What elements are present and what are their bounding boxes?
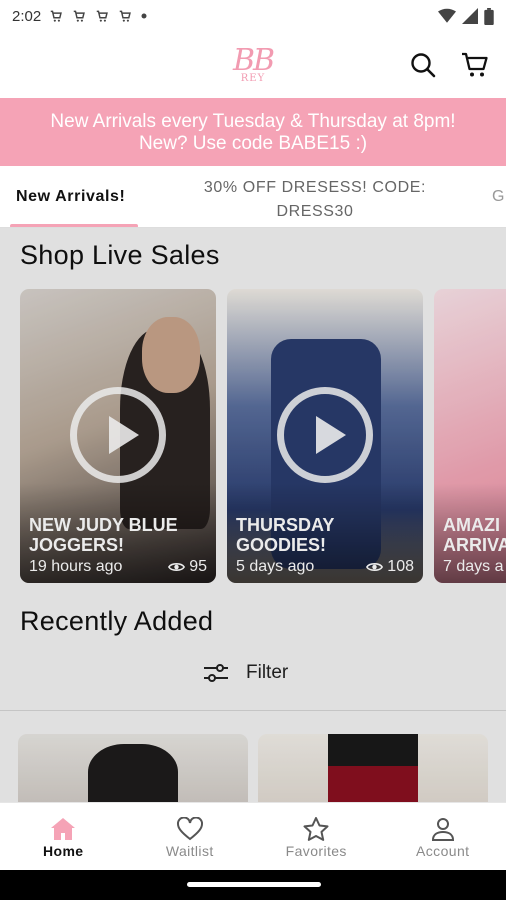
video-thumbnail-face: [142, 317, 200, 393]
product-card[interactable]: [18, 734, 248, 802]
wifi-icon: [438, 8, 456, 23]
bottom-navigation: Home Waitlist Favorites Account: [0, 802, 506, 870]
account-icon: [431, 818, 454, 841]
cart-icon: [119, 10, 132, 22]
eye-icon: [168, 563, 186, 571]
nav-account[interactable]: Account: [380, 803, 506, 870]
nav-home[interactable]: Home: [0, 803, 127, 870]
dot-icon: [141, 13, 147, 19]
nav-account-label: Account: [416, 843, 470, 859]
search-button[interactable]: [408, 50, 438, 80]
app-header: BB REY: [0, 32, 506, 98]
main-content: Shop Live Sales NEW JUDY BLUE JOGGERS! 1…: [0, 228, 506, 802]
live-sale-title: AMAZI ARRIVA: [443, 515, 506, 555]
heart-icon: [176, 817, 203, 841]
product-image: [328, 764, 418, 802]
live-sale-views: 108: [366, 558, 414, 576]
cart-icon: [50, 10, 63, 22]
tab-dresses-sale[interactable]: 30% OFF DRESESS! CODE: DRESS30: [186, 176, 444, 224]
home-icon: [51, 818, 76, 840]
live-sales-carousel[interactable]: NEW JUDY BLUE JOGGERS! 19 hours ago 95 T…: [20, 289, 506, 583]
nav-favorites[interactable]: Favorites: [253, 803, 380, 870]
live-sale-time: 7 days a: [443, 558, 504, 575]
promo-banner: New Arrivals every Tuesday & Thursday at…: [0, 98, 506, 166]
sliders-icon: [204, 664, 228, 682]
live-sale-time: 5 days ago: [236, 558, 315, 575]
live-sale-views: 95: [168, 558, 207, 576]
nav-waitlist-label: Waitlist: [165, 843, 214, 859]
search-icon: [411, 53, 436, 78]
brand-logo[interactable]: BB REY: [232, 43, 275, 84]
live-sale-title: NEW JUDY BLUE JOGGERS!: [29, 515, 178, 555]
system-navigation-bar: [0, 870, 506, 900]
product-image: [88, 744, 178, 802]
live-sale-card[interactable]: AMAZI ARRIVA 7 days a: [434, 289, 506, 583]
cart-icon: [462, 52, 488, 77]
divider: [0, 710, 506, 711]
live-sales-title: Shop Live Sales: [20, 240, 220, 270]
live-sale-card[interactable]: NEW JUDY BLUE JOGGERS! 19 hours ago 95: [20, 289, 216, 583]
tab-new-arrivals[interactable]: New Arrivals!: [16, 188, 125, 206]
play-icon[interactable]: [70, 387, 166, 483]
logo-main: BB: [232, 43, 275, 78]
filter-button[interactable]: Filter: [204, 662, 288, 684]
promo-line-1: New Arrivals every Tuesday & Thursday at…: [50, 111, 456, 132]
live-sale-time: 19 hours ago: [29, 558, 123, 575]
filter-label: Filter: [246, 662, 289, 683]
notification-icons: [49, 9, 147, 23]
product-card[interactable]: [258, 734, 488, 802]
nav-favorites-label: Favorites: [285, 843, 347, 859]
signal-icon: [462, 8, 478, 24]
live-sale-title: THURSDAY GOODIES!: [236, 515, 335, 555]
play-icon[interactable]: [277, 387, 373, 483]
tab-next[interactable]: G: [492, 188, 505, 206]
promo-line-2: New? Use code BABE15 :): [138, 133, 368, 154]
live-sale-card[interactable]: THURSDAY GOODIES! 5 days ago 108: [227, 289, 423, 583]
view-count: 95: [189, 558, 207, 575]
nav-waitlist[interactable]: Waitlist: [127, 803, 254, 870]
status-right-icons: [438, 7, 494, 25]
product-image-top: [328, 734, 418, 766]
recently-added-title: Recently Added: [20, 606, 214, 636]
battery-icon: [484, 7, 494, 25]
cart-icon: [73, 10, 86, 22]
home-indicator[interactable]: [187, 882, 321, 887]
category-tabs: New Arrivals! 30% OFF DRESESS! CODE: DRE…: [0, 166, 506, 228]
nav-home-label: Home: [43, 843, 84, 859]
cart-button[interactable]: [460, 50, 490, 80]
status-bar: 2:02: [0, 0, 506, 32]
status-time: 2:02: [12, 7, 42, 25]
star-icon: [303, 816, 329, 841]
view-count: 108: [387, 558, 414, 575]
cart-icon: [96, 10, 109, 22]
eye-icon: [366, 563, 384, 571]
